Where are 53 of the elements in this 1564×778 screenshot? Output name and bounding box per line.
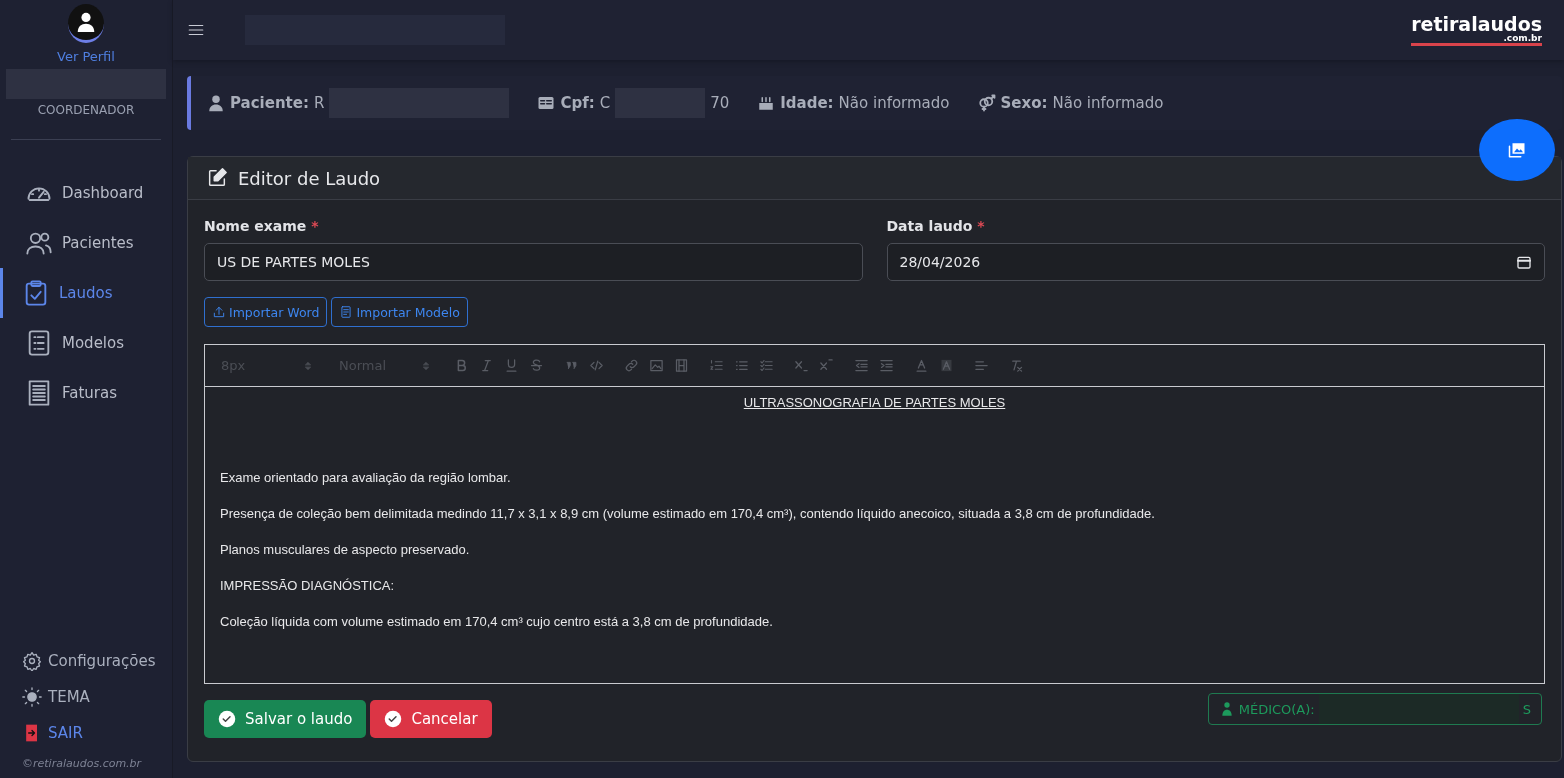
upload-icon bbox=[212, 305, 226, 319]
copyright-text: ©retiralaudos.com.br bbox=[22, 757, 143, 770]
profile-link[interactable]: Ver Perfil bbox=[57, 49, 115, 65]
settings-icon bbox=[22, 651, 42, 671]
field-label: Paciente: bbox=[230, 94, 309, 112]
import-button[interactable]: Importar Word bbox=[204, 297, 328, 327]
sidebar-item[interactable]: Modelos bbox=[0, 318, 172, 368]
sidebar-item[interactable]: Faturas bbox=[0, 368, 172, 418]
gender-icon bbox=[977, 94, 996, 112]
sun-icon bbox=[22, 687, 42, 707]
field-label: Idade: bbox=[780, 94, 834, 112]
import-button[interactable]: Importar Modelo bbox=[331, 297, 468, 327]
date-field[interactable]: 28/04/2026 bbox=[886, 243, 1545, 281]
field-value: C bbox=[599, 94, 611, 112]
report-paragraph: Planos musculares de aspecto preservado. bbox=[220, 542, 471, 557]
card-title: Editor de Laudo bbox=[238, 167, 381, 189]
field-label: Data laudo * bbox=[886, 218, 986, 234]
field-label: Sexo: bbox=[1000, 94, 1048, 112]
cake-icon bbox=[757, 94, 776, 112]
field-label: Cpf: bbox=[560, 94, 595, 112]
sort-icon bbox=[303, 360, 313, 371]
sort-icon bbox=[421, 360, 431, 371]
save-button[interactable]: Salvar o laudo bbox=[204, 700, 367, 738]
check-circle-icon bbox=[384, 710, 403, 728]
field-value: R bbox=[313, 94, 325, 112]
edit-icon bbox=[206, 167, 228, 189]
sidebar-item[interactable]: SAIR bbox=[22, 715, 172, 751]
field-value: 70 bbox=[710, 94, 730, 112]
sidebar-item[interactable]: Configurações bbox=[22, 643, 172, 679]
report-paragraph: IMPRESSÃO DIAGNÓSTICA: bbox=[220, 578, 396, 593]
field-label: Nome exame * bbox=[204, 218, 320, 234]
calendar-icon bbox=[1516, 254, 1532, 270]
sidebar-item[interactable]: Laudos bbox=[0, 268, 172, 318]
doctor-badge: MÉDICO(A): S bbox=[1207, 693, 1542, 725]
report-title: ULTRASSONOGRAFIA DE PARTES MOLES bbox=[742, 395, 1007, 410]
user-icon bbox=[207, 94, 225, 112]
field-value: Não informado bbox=[838, 94, 950, 112]
report-paragraph: Exame orientado para avaliação da região lombar. bbox=[220, 470, 512, 485]
sidebar-item[interactable]: Dashboard bbox=[0, 168, 172, 218]
document-icon bbox=[339, 305, 354, 319]
logo: retiralaudos .com.br bbox=[1411, 14, 1542, 46]
input-field[interactable]: US DE PARTES MOLES bbox=[204, 243, 863, 281]
images-icon bbox=[1508, 141, 1526, 159]
sidebar-item[interactable]: Pacientes bbox=[0, 218, 172, 268]
sidebar-item[interactable]: TEMA bbox=[22, 679, 172, 715]
check-circle-icon bbox=[218, 710, 236, 728]
user-role: COORDENADOR bbox=[37, 103, 135, 117]
field-value: Não informado bbox=[1052, 94, 1164, 112]
report-paragraph: Coleção líquida com volume estimado em 170,4 cm³ cujo centro está a 3,8 cm de profundidade. bbox=[220, 614, 774, 629]
user-silhouette-icon bbox=[75, 11, 97, 33]
report-paragraph: Presença de coleção bem delimitada medindo 11,7 x 3,1 x 8,9 cm (volume estimado em 170,4 cm³), contendo líquido anecoico, situada a 3,8 cm de profundidade. bbox=[220, 506, 1156, 521]
id-card-icon bbox=[537, 94, 556, 112]
cancel-button[interactable]: Cancelar bbox=[370, 700, 492, 738]
